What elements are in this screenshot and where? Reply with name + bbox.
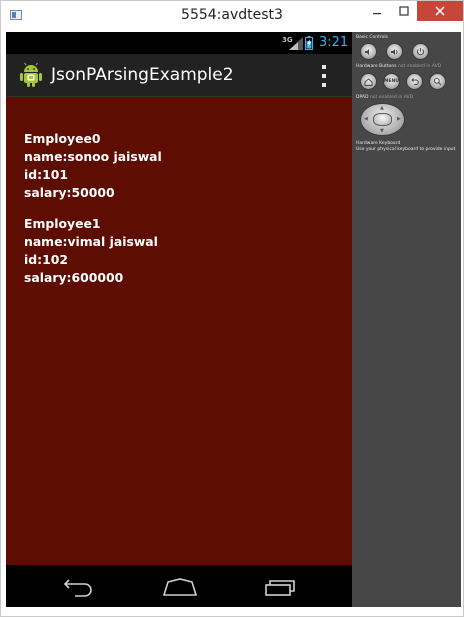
- basic-controls-label: Basic Controls: [356, 35, 388, 40]
- maximize-button[interactable]: [391, 1, 417, 21]
- home-button[interactable]: [157, 573, 203, 601]
- hw-menu-button[interactable]: MENU: [383, 73, 400, 90]
- back-icon: [411, 78, 419, 86]
- dpad-left-icon[interactable]: ◀: [364, 116, 368, 122]
- employee-entry: Employee1 name:vimal jaiswal id:102 sala…: [24, 215, 352, 287]
- home-icon: [364, 77, 373, 86]
- status-bar: 3G 3:21: [6, 32, 352, 54]
- employee-entry: Employee0 name:sonoo jaiswal id:101 sala…: [24, 130, 352, 202]
- employee-heading: Employee0: [24, 131, 101, 146]
- close-icon: [435, 6, 445, 16]
- volume-up-icon: [391, 48, 398, 55]
- dpad-down-icon[interactable]: ▼: [380, 128, 384, 134]
- back-icon: [63, 579, 92, 597]
- volume-up-button[interactable]: [386, 43, 403, 60]
- dpad-up-icon[interactable]: ▲: [380, 105, 384, 111]
- employee-salary: salary:50000: [24, 185, 115, 200]
- device-screen: 3G 3:21 JsonPArsingExample2 Employee0 na…: [6, 32, 352, 607]
- hw-back-button[interactable]: [406, 73, 423, 90]
- overflow-menu-icon[interactable]: [319, 65, 329, 87]
- dpad[interactable]: ▲ ▼ ◀ ▶: [360, 103, 405, 136]
- title-bar[interactable]: 5554:avdtest3: [1, 1, 463, 32]
- home-icon: [162, 578, 198, 596]
- employee-name: name:sonoo jaiswal: [24, 149, 162, 164]
- status-clock: 3:21: [319, 35, 349, 50]
- dpad-right-icon[interactable]: ▶: [397, 116, 401, 122]
- battery-icon: [305, 36, 313, 50]
- android-icon[interactable]: [19, 62, 43, 88]
- employee-heading: Employee1: [24, 216, 101, 231]
- keyboard-note: Use your physical keyboard to provide in…: [356, 147, 456, 152]
- dpad-label: DPAD not enabled in AVD: [356, 95, 414, 100]
- volume-down-button[interactable]: [360, 43, 377, 60]
- emulator-client: 3G 3:21 JsonPArsingExample2 Employee0 na…: [6, 32, 461, 607]
- keyboard-label: Hardware Keyboard: [356, 141, 401, 146]
- dpad-center-button[interactable]: [373, 113, 392, 126]
- volume-down-icon: [365, 48, 369, 55]
- maximize-icon: [399, 6, 409, 16]
- power-icon: [417, 48, 424, 56]
- hardware-buttons-label: Hardware Buttons not enabled in AVD: [356, 64, 442, 69]
- employee-name: name:vimal jaiswal: [24, 234, 158, 249]
- emulator-window: 5554:avdtest3 3G 3:21 JsonPArsingExample…: [0, 0, 464, 617]
- hw-search-button[interactable]: [429, 73, 446, 90]
- app-title: JsonPArsingExample2: [51, 65, 234, 85]
- hw-home-button[interactable]: [360, 73, 377, 90]
- signal-icon: [289, 37, 303, 50]
- back-button[interactable]: [55, 573, 101, 601]
- minimize-icon: [373, 13, 381, 15]
- power-button[interactable]: [412, 43, 429, 60]
- search-icon: [433, 77, 442, 86]
- employee-salary: salary:600000: [24, 270, 124, 285]
- close-button[interactable]: [417, 1, 463, 21]
- navigation-bar: [6, 565, 352, 607]
- app-content: Employee0 name:sonoo jaiswal id:101 sala…: [6, 97, 352, 565]
- employee-id: id:102: [24, 252, 68, 267]
- minimize-button[interactable]: [364, 1, 390, 21]
- emulator-controls: Basic Controls Hardware Buttons not enab…: [352, 32, 461, 607]
- employee-id: id:101: [24, 167, 68, 182]
- action-bar: JsonPArsingExample2: [6, 54, 352, 97]
- recent-apps-icon: [265, 580, 295, 596]
- recent-apps-button[interactable]: [257, 573, 303, 601]
